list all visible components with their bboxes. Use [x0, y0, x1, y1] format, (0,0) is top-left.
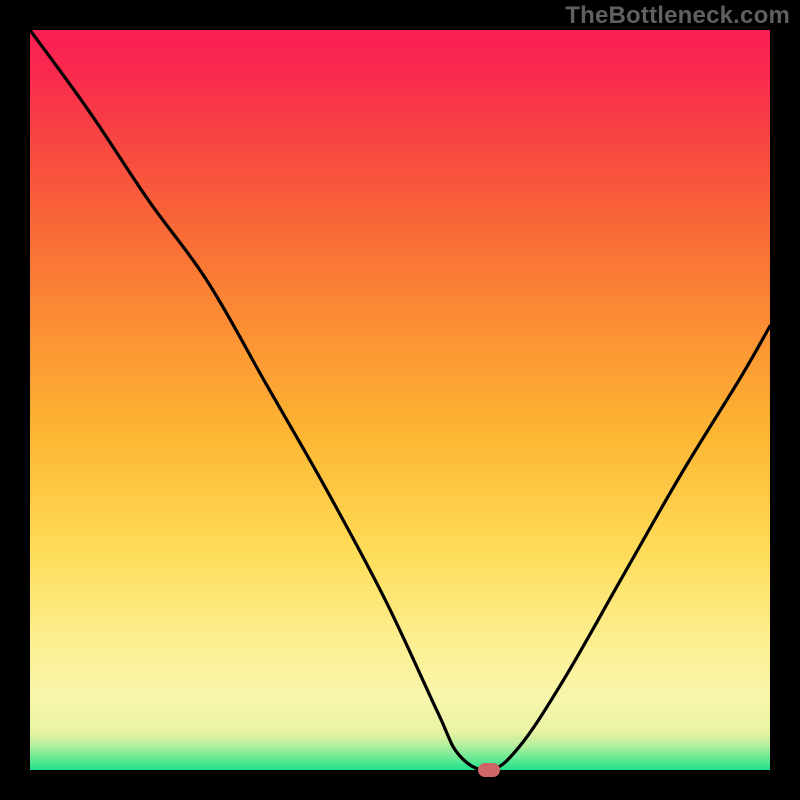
chart-svg [30, 30, 770, 770]
plot-area [30, 30, 770, 770]
gradient-rect [30, 30, 770, 770]
optimum-marker [478, 763, 500, 777]
chart-frame: TheBottleneck.com [0, 0, 800, 800]
watermark-text: TheBottleneck.com [565, 2, 790, 30]
